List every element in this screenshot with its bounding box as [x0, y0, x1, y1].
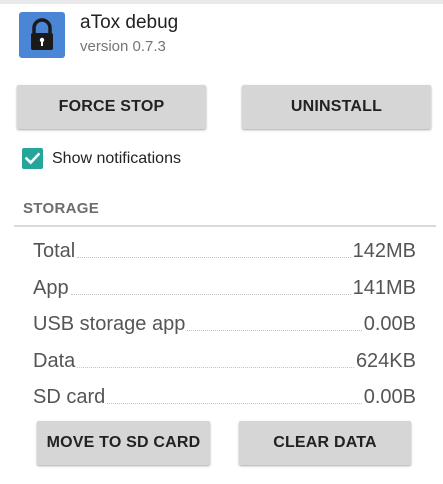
dotted-leader	[187, 329, 362, 331]
storage-row-data: Data 624KB	[33, 345, 416, 373]
show-notifications-label[interactable]: Show notifications	[52, 150, 181, 168]
storage-section-header: STORAGE	[23, 200, 100, 217]
storage-row-sd-card: SD card 0.00B	[33, 381, 416, 409]
storage-row-label: Total	[33, 240, 76, 262]
dotted-leader	[77, 256, 351, 258]
force-stop-button[interactable]: FORCE STOP	[17, 85, 206, 129]
storage-row-label: USB storage app	[33, 313, 186, 335]
dotted-leader	[77, 366, 354, 368]
storage-row-value: 142MB	[352, 240, 416, 262]
app-icon	[19, 12, 65, 58]
storage-row-label: Data	[33, 350, 76, 372]
dotted-leader	[107, 402, 362, 404]
show-notifications-checkbox[interactable]	[22, 148, 43, 169]
storage-divider	[14, 225, 436, 227]
app-name: aTox debug	[80, 12, 179, 33]
storage-row-value: 0.00B	[363, 386, 416, 408]
lock-icon	[31, 18, 53, 50]
move-to-sd-card-button[interactable]: MOVE TO SD CARD	[37, 421, 210, 465]
storage-row-value: 0.00B	[363, 313, 416, 335]
storage-row-label: SD card	[33, 386, 106, 408]
clear-data-button[interactable]: CLEAR DATA	[239, 421, 411, 465]
storage-row-label: App	[33, 277, 69, 299]
storage-row-total: Total 142MB	[33, 235, 416, 263]
dotted-leader	[70, 293, 351, 295]
storage-row-usb-storage-app: USB storage app 0.00B	[33, 308, 416, 336]
top-edge-divider	[0, 0, 443, 4]
storage-row-value: 141MB	[352, 277, 416, 299]
app-version: version 0.7.3	[80, 38, 166, 55]
storage-row-app: App 141MB	[33, 272, 416, 300]
storage-row-value: 624KB	[355, 350, 416, 372]
uninstall-button[interactable]: UNINSTALL	[242, 85, 431, 129]
checkmark-icon	[24, 152, 41, 165]
